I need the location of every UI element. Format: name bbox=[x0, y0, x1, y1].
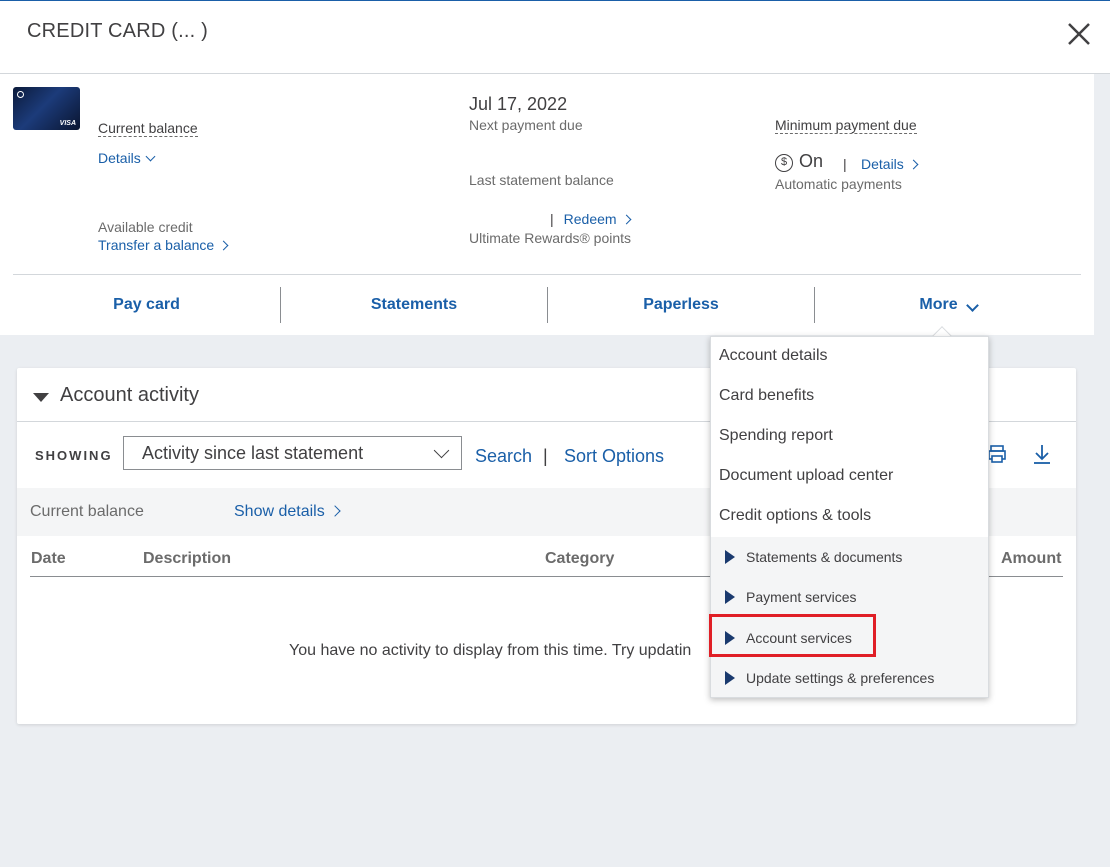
chevron-down-icon bbox=[145, 151, 156, 162]
available-credit-label: Available credit bbox=[98, 219, 193, 235]
search-link[interactable]: Search bbox=[475, 446, 532, 467]
action-tabs: Pay card Statements Paperless More bbox=[13, 275, 1081, 335]
column-header-date[interactable]: Date bbox=[31, 550, 66, 568]
minimum-payment-label[interactable]: Minimum payment due bbox=[775, 117, 917, 134]
pay-card-tab[interactable]: Pay card bbox=[13, 275, 280, 335]
autopay-label: Automatic payments bbox=[775, 176, 902, 192]
expand-arrow-icon bbox=[725, 631, 735, 645]
menu-item-label: Update settings & preferences bbox=[746, 670, 935, 686]
menu-item-label: Account services bbox=[746, 630, 852, 646]
expand-arrow-icon bbox=[725, 671, 735, 685]
activity-filter-value: Activity since last statement bbox=[142, 443, 364, 463]
sort-options-link[interactable]: Sort Options bbox=[564, 446, 664, 467]
empty-activity-message: You have no activity to display from thi… bbox=[289, 642, 692, 659]
chevron-right-icon bbox=[621, 214, 632, 225]
details-link-label: Details bbox=[98, 150, 141, 166]
menu-submenu-section: Statements & documents Payment services … bbox=[711, 537, 988, 697]
current-balance-label: Current balance bbox=[30, 503, 144, 520]
autopay-details-label: Details bbox=[861, 156, 904, 172]
statements-tab[interactable]: Statements bbox=[281, 275, 547, 335]
menu-item-account-services[interactable]: Account services bbox=[725, 630, 852, 646]
chevron-down-icon bbox=[965, 298, 979, 312]
show-details-label: Show details bbox=[234, 503, 325, 520]
collapse-icon[interactable] bbox=[33, 393, 49, 402]
close-icon[interactable] bbox=[1066, 21, 1092, 47]
menu-item-update-settings-preferences[interactable]: Update settings & preferences bbox=[725, 670, 934, 686]
activity-filter-select[interactable]: Activity since last statement bbox=[123, 436, 462, 470]
last-statement-label: Last statement balance bbox=[469, 172, 614, 188]
print-icon[interactable] bbox=[987, 444, 1007, 464]
redeem-label: Redeem bbox=[563, 211, 617, 227]
card-brand: VISA bbox=[59, 120, 76, 127]
paperless-tab[interactable]: Paperless bbox=[548, 275, 814, 335]
details-link[interactable]: Details bbox=[98, 150, 156, 166]
column-header-description[interactable]: Description bbox=[143, 550, 231, 568]
chevron-right-icon bbox=[329, 505, 341, 517]
expand-arrow-icon bbox=[725, 550, 735, 564]
chevron-right-icon bbox=[218, 240, 229, 251]
page-title: CREDIT CARD (... ) bbox=[27, 20, 209, 42]
redeem-link[interactable]: | Redeem bbox=[550, 211, 632, 227]
menu-item-document-upload-center[interactable]: Document upload center bbox=[719, 467, 893, 485]
activity-title: Account activity bbox=[60, 384, 199, 406]
more-tab-label: More bbox=[919, 296, 958, 313]
rewards-label: Ultimate Rewards® points bbox=[469, 230, 632, 246]
autopay-status-value: On bbox=[799, 151, 824, 171]
account-summary: VISA Current balance Details Available c… bbox=[0, 74, 1094, 335]
menu-item-statements-documents[interactable]: Statements & documents bbox=[725, 549, 902, 565]
menu-item-spending-report[interactable]: Spending report bbox=[719, 427, 833, 445]
more-tab[interactable]: More bbox=[815, 275, 1081, 335]
column-header-amount[interactable]: Amount bbox=[1001, 550, 1061, 568]
menu-item-label: Payment services bbox=[746, 589, 857, 605]
chevron-right-icon bbox=[908, 159, 919, 170]
more-dropdown-menu: Account details Card benefits Spending r… bbox=[710, 336, 989, 698]
separator: | bbox=[543, 446, 548, 466]
expand-arrow-icon bbox=[725, 590, 735, 604]
column-header-category[interactable]: Category bbox=[545, 550, 614, 568]
download-icon[interactable] bbox=[1032, 444, 1052, 464]
transfer-balance-label: Transfer a balance bbox=[98, 237, 215, 253]
showing-label: SHOWING bbox=[35, 448, 113, 463]
chevron-down-icon bbox=[433, 442, 450, 459]
modal-header: CREDIT CARD (... ) bbox=[0, 1, 1110, 74]
separator: | bbox=[550, 211, 554, 227]
next-payment-label: Next payment due bbox=[469, 117, 583, 133]
menu-item-account-details[interactable]: Account details bbox=[719, 347, 828, 365]
menu-item-payment-services[interactable]: Payment services bbox=[725, 589, 856, 605]
next-payment-date: Jul 17, 2022 bbox=[469, 94, 568, 114]
autopay-details-link[interactable]: Details bbox=[861, 156, 919, 172]
menu-item-credit-options-tools[interactable]: Credit options & tools bbox=[719, 507, 871, 525]
menu-item-label: Statements & documents bbox=[746, 549, 903, 565]
current-balance-label[interactable]: Current balance bbox=[98, 120, 198, 137]
card-logo-icon bbox=[17, 91, 24, 98]
autopay-status: $ On bbox=[775, 151, 823, 172]
separator: | bbox=[843, 156, 847, 172]
menu-item-card-benefits[interactable]: Card benefits bbox=[719, 387, 814, 405]
autopay-icon: $ bbox=[775, 154, 793, 172]
transfer-balance-link[interactable]: Transfer a balance bbox=[98, 237, 229, 253]
card-image: VISA bbox=[13, 87, 80, 130]
show-details-link[interactable]: Show details bbox=[234, 503, 341, 521]
